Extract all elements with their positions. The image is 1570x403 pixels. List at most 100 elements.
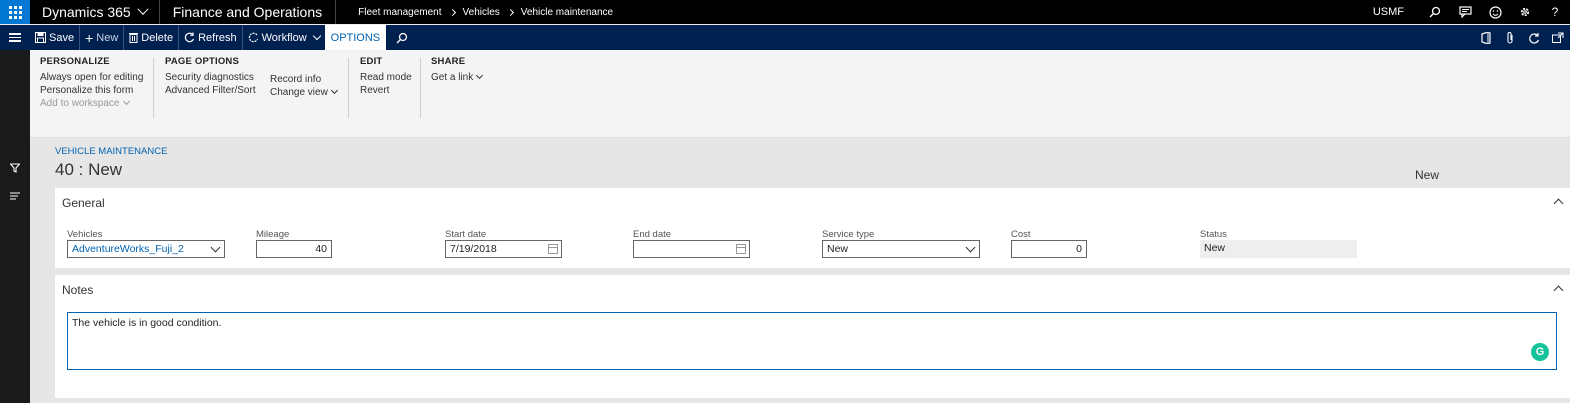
breadcrumb-item-fleet-management[interactable]: Fleet management — [358, 7, 441, 18]
fasttab-notes-header[interactable]: Notes — [62, 283, 93, 297]
chevron-down-icon — [476, 71, 484, 80]
page-title: 40 : New — [55, 160, 123, 179]
save-label: Save — [49, 31, 75, 44]
vehicles-value: AdventureWorks_Fuji_2 — [72, 243, 184, 255]
refresh-icon[interactable] — [1522, 25, 1546, 50]
chevron-down-icon — [965, 242, 976, 253]
service-type-value: New — [827, 243, 849, 255]
start-date-field: Start date 7/19/2018 — [445, 229, 562, 258]
always-open-for-editing-button[interactable]: Always open for editing — [40, 71, 143, 84]
smiley-icon[interactable] — [1480, 0, 1510, 24]
chevron-down-icon — [137, 3, 149, 15]
workflow-button[interactable]: Workflow — [241, 25, 325, 50]
fasttab-general: General Vehicles AdventureWorks_Fuji_2 M… — [55, 188, 1570, 268]
security-diagnostics-button[interactable]: Security diagnostics — [165, 71, 256, 84]
form-content: VEHICLE MAINTENANCE 40 : New New General… — [30, 138, 1570, 403]
record-info-button[interactable]: Record info — [270, 73, 337, 86]
ribbon-group-edit: EDIT Read mode Revert — [360, 56, 412, 97]
options-tab-label: OPTIONS — [330, 31, 381, 44]
ribbon-divider — [348, 58, 349, 118]
save-icon — [35, 32, 46, 43]
chevron-right-icon — [506, 8, 514, 16]
calendar-icon[interactable] — [548, 244, 558, 254]
app-launcher-button[interactable] — [0, 0, 30, 24]
end-date-input[interactable] — [633, 240, 750, 258]
personalize-form-button[interactable]: Personalize this form — [40, 84, 143, 97]
breadcrumb-item-vehicle-maintenance[interactable]: Vehicle maintenance — [521, 7, 613, 18]
start-date-input[interactable]: 7/19/2018 — [445, 240, 562, 258]
attach-icon[interactable] — [1498, 25, 1522, 50]
read-mode-button[interactable]: Read mode — [360, 71, 412, 84]
popout-icon[interactable] — [1546, 25, 1570, 50]
notes-textarea[interactable]: The vehicle is in good condition. G — [67, 312, 1557, 370]
breadcrumb-item-vehicles[interactable]: Vehicles — [463, 7, 500, 18]
tab-options[interactable]: OPTIONS — [324, 25, 387, 50]
search-icon — [396, 32, 408, 43]
get-a-link-label: Get a link — [431, 72, 474, 83]
action-search-button[interactable] — [386, 25, 413, 50]
get-a-link-button[interactable]: Get a link — [431, 71, 484, 84]
service-type-label: Service type — [822, 229, 875, 240]
change-view-label: Change view — [270, 87, 328, 98]
new-label: New — [96, 31, 119, 44]
company-picker[interactable]: USMF — [1373, 6, 1404, 18]
action-pane: Save + New Delete Refresh Workflow OPTIO… — [0, 25, 1570, 50]
app-name-label: Dynamics 365 — [42, 4, 131, 20]
chevron-down-icon — [330, 86, 338, 95]
fasttab-general-header[interactable]: General — [62, 196, 105, 210]
start-date-value: 7/19/2018 — [450, 243, 497, 255]
fasttab-notes: Notes The vehicle is in good condition. … — [55, 275, 1570, 398]
breadcrumb: Fleet management Vehicles Vehicle mainte… — [336, 7, 613, 18]
gear-icon[interactable] — [1510, 0, 1540, 24]
ribbon-group-page-options: PAGE OPTIONS Security diagnostics Advanc… — [165, 56, 256, 97]
chevron-up-icon[interactable] — [1553, 198, 1564, 209]
service-type-field: Service type New — [822, 229, 980, 258]
header-status: New — [1415, 168, 1440, 182]
cost-label: Cost — [1011, 229, 1031, 240]
status-field: Status New — [1200, 229, 1357, 258]
save-button[interactable]: Save — [30, 25, 79, 50]
top-right-tools: USMF ? — [1373, 0, 1570, 24]
cost-input[interactable]: 0 — [1011, 240, 1087, 258]
grammarly-icon[interactable]: G — [1531, 343, 1549, 361]
mileage-label: Mileage — [256, 229, 290, 240]
vehicles-label: Vehicles — [67, 229, 103, 240]
search-icon[interactable] — [1420, 0, 1450, 24]
app-name-button[interactable]: Dynamics 365 — [30, 0, 160, 24]
mileage-field: Mileage 40 — [256, 229, 332, 258]
status-label: Status — [1200, 229, 1227, 240]
message-icon[interactable] — [1450, 0, 1480, 24]
start-date-label: Start date — [445, 229, 487, 240]
new-button[interactable]: + New — [79, 25, 123, 50]
hamburger-menu-icon[interactable] — [0, 25, 30, 50]
ribbon-divider — [420, 58, 421, 118]
revert-button[interactable]: Revert — [360, 84, 412, 97]
notes-text: The vehicle is in good condition. — [72, 317, 222, 329]
calendar-icon[interactable] — [736, 244, 746, 254]
refresh-label: Refresh — [198, 31, 237, 44]
delete-button[interactable]: Delete — [123, 25, 178, 50]
options-ribbon: PERSONALIZE Always open for editing Pers… — [30, 50, 1570, 138]
waffle-icon — [8, 5, 22, 19]
top-navigation-bar: Dynamics 365 Finance and Operations Flee… — [0, 0, 1570, 24]
chevron-right-icon — [448, 8, 456, 16]
end-date-field: End date — [633, 229, 750, 258]
left-navigation-pane — [0, 50, 30, 403]
module-name: Finance and Operations — [160, 0, 337, 24]
help-icon[interactable]: ? — [1540, 0, 1570, 24]
delete-label: Delete — [141, 31, 174, 44]
chevron-up-icon[interactable] — [1553, 285, 1564, 296]
trash-icon — [129, 33, 139, 43]
office-icon[interactable] — [1474, 25, 1498, 50]
change-view-button[interactable]: Change view — [270, 86, 338, 99]
vehicles-dropdown[interactable]: AdventureWorks_Fuji_2 — [67, 240, 225, 258]
mileage-input[interactable]: 40 — [256, 240, 332, 258]
filter-icon[interactable] — [7, 160, 23, 176]
ribbon-group-title: SHARE — [431, 56, 466, 67]
ribbon-group-title: PERSONALIZE — [40, 56, 110, 67]
service-type-dropdown[interactable]: New — [822, 240, 980, 258]
list-icon[interactable] — [7, 188, 23, 204]
advanced-filter-sort-button[interactable]: Advanced Filter/Sort — [165, 84, 256, 97]
refresh-button[interactable]: Refresh — [178, 25, 242, 50]
plus-icon: + — [85, 29, 94, 46]
